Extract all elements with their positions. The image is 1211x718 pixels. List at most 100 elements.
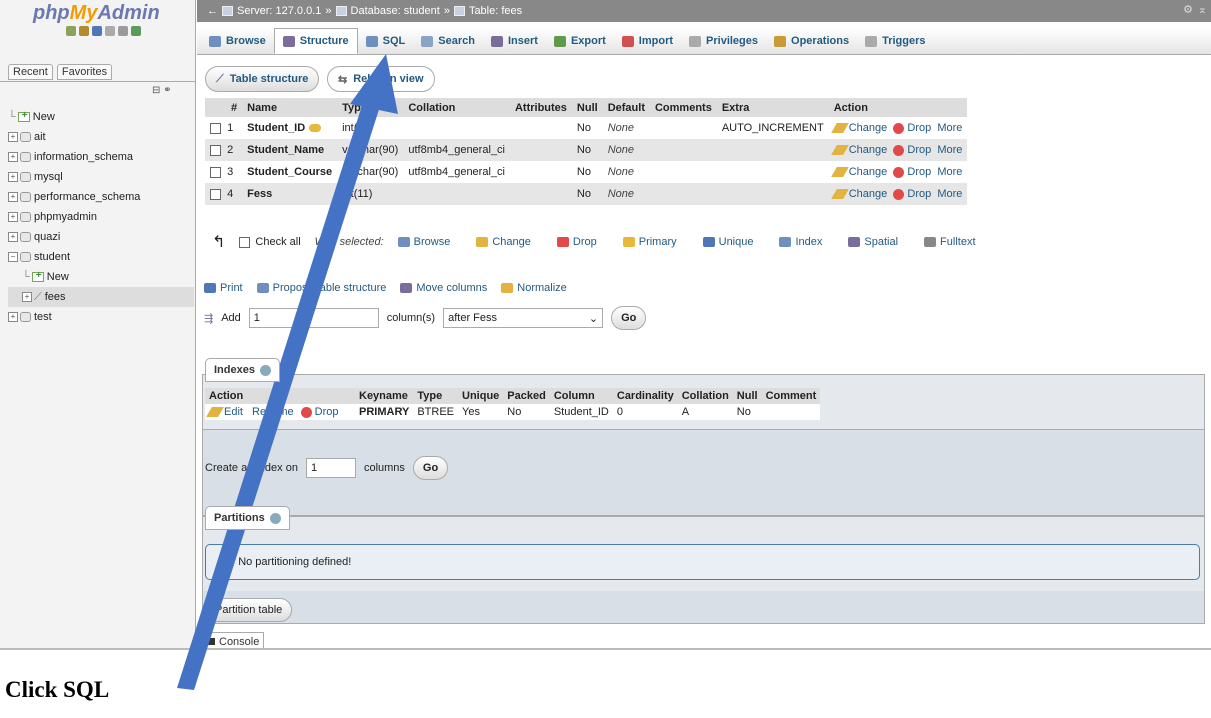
with-selected-index-button[interactable]: Index bbox=[779, 236, 822, 248]
action-move-columns[interactable]: Move columns bbox=[400, 282, 487, 294]
with-selected-browse-button[interactable]: Browse bbox=[397, 236, 450, 248]
add-count-input[interactable]: 1 bbox=[248, 308, 379, 328]
index-column-header[interactable]: Action bbox=[205, 388, 355, 404]
index-column-header[interactable]: Collation bbox=[677, 388, 733, 404]
tab-structure[interactable]: Structure bbox=[273, 28, 358, 54]
breadcrumb-database[interactable]: Database: student bbox=[351, 5, 440, 17]
help-icon[interactable] bbox=[269, 512, 281, 524]
drop-link[interactable]: Drop bbox=[893, 122, 931, 134]
settings-icon[interactable] bbox=[118, 26, 128, 36]
check-all-checkbox[interactable]: Check all bbox=[239, 236, 301, 248]
column-header[interactable]: Null bbox=[571, 98, 603, 117]
index-column-header[interactable]: Comment bbox=[761, 388, 821, 404]
tree-item-student-new[interactable]: └New bbox=[8, 267, 194, 287]
create-index-go-button[interactable]: Go bbox=[412, 456, 449, 480]
tab-operations[interactable]: Operations bbox=[766, 28, 857, 54]
index-column-header[interactable]: Column bbox=[549, 388, 613, 404]
column-header[interactable]: # bbox=[205, 98, 243, 117]
docs-icon[interactable] bbox=[105, 26, 115, 36]
console-tab[interactable]: Console bbox=[203, 632, 265, 648]
action-print[interactable]: Print bbox=[204, 282, 243, 294]
tab-sql[interactable]: SQL bbox=[358, 28, 414, 54]
index-column-header[interactable]: Keyname bbox=[355, 388, 414, 404]
row-checkbox-num[interactable]: 2 bbox=[205, 139, 243, 161]
drop-link[interactable]: Drop bbox=[893, 166, 931, 178]
row-checkbox[interactable] bbox=[210, 144, 221, 156]
tab-insert[interactable]: Insert bbox=[483, 28, 546, 54]
more-link[interactable]: More bbox=[937, 188, 962, 200]
tree-item-test[interactable]: + test bbox=[8, 307, 194, 327]
tree-item-ait[interactable]: + ait bbox=[8, 127, 194, 147]
index-column-header[interactable]: Packed bbox=[503, 388, 550, 404]
column-header[interactable]: Comments bbox=[649, 98, 717, 117]
logout-icon[interactable] bbox=[79, 26, 89, 36]
column-header[interactable]: Attributes bbox=[509, 98, 572, 117]
favorites-tab[interactable]: Favorites bbox=[56, 64, 113, 80]
tree-item-quazi[interactable]: + quazi bbox=[8, 227, 194, 247]
column-header[interactable]: Collation bbox=[403, 98, 510, 117]
with-selected-drop-button[interactable]: Drop bbox=[556, 236, 597, 248]
tree-item-fees[interactable]: + ⟋ fees bbox=[8, 287, 194, 307]
index-columns-input[interactable]: 1 bbox=[305, 458, 356, 478]
rename-index-link[interactable]: Rename bbox=[252, 406, 294, 418]
with-selected-fulltext-button[interactable]: Fulltext bbox=[924, 236, 976, 248]
reload-icon[interactable] bbox=[131, 26, 141, 36]
change-link[interactable]: Change bbox=[830, 144, 887, 156]
column-header[interactable]: Action bbox=[828, 98, 968, 117]
add-go-button[interactable]: Go bbox=[611, 306, 647, 330]
tab-privileges[interactable]: Privileges bbox=[681, 28, 766, 54]
drop-link[interactable]: Drop bbox=[893, 144, 931, 156]
index-column-header[interactable]: Null bbox=[732, 388, 762, 404]
tab-export[interactable]: Export bbox=[546, 28, 614, 54]
tab-search[interactable]: Search bbox=[413, 28, 483, 54]
recent-tab[interactable]: Recent bbox=[8, 64, 53, 80]
row-checkbox-num[interactable]: 3 bbox=[205, 161, 243, 183]
change-link[interactable]: Change bbox=[830, 166, 887, 178]
breadcrumb-table[interactable]: Table: fees bbox=[469, 5, 522, 17]
change-link[interactable]: Change bbox=[830, 122, 887, 134]
index-column-header[interactable]: Type bbox=[413, 388, 459, 404]
tree-item-new[interactable]: └New bbox=[8, 107, 194, 127]
column-header[interactable]: Extra bbox=[716, 98, 829, 117]
edit-index-link[interactable]: Edit bbox=[206, 406, 243, 418]
with-selected-change-button[interactable]: Change bbox=[476, 236, 531, 248]
change-link[interactable]: Change bbox=[830, 188, 887, 200]
partition-table-button[interactable]: Partition table bbox=[205, 598, 293, 622]
with-selected-unique-button[interactable]: Unique bbox=[702, 236, 753, 248]
tab-import[interactable]: Import bbox=[614, 28, 681, 54]
tree-item-performance-schema[interactable]: + performance_schema bbox=[8, 187, 194, 207]
tree-item-information-schema[interactable]: + information_schema bbox=[8, 147, 194, 167]
column-header[interactable]: Default bbox=[602, 98, 650, 117]
more-link[interactable]: More bbox=[937, 144, 962, 156]
drop-index-link[interactable]: Drop bbox=[300, 406, 339, 418]
help-icon[interactable] bbox=[259, 364, 271, 376]
column-position-select[interactable]: after Fess ⌄ bbox=[443, 308, 604, 328]
tab-browse[interactable]: Browse bbox=[201, 28, 274, 54]
column-header[interactable]: Type bbox=[337, 98, 404, 117]
drop-link[interactable]: Drop bbox=[893, 188, 931, 200]
back-arrow-icon[interactable]: ← bbox=[207, 5, 218, 17]
row-checkbox-num[interactable]: 1 bbox=[205, 117, 243, 139]
more-link[interactable]: More bbox=[937, 166, 962, 178]
help-icon[interactable] bbox=[92, 26, 102, 36]
action-propose-table-structure[interactable]: Propose table structure bbox=[256, 282, 386, 294]
tree-item-student[interactable]: − student bbox=[8, 247, 194, 267]
row-checkbox[interactable] bbox=[210, 188, 221, 200]
home-icon[interactable] bbox=[66, 26, 76, 36]
index-column-header[interactable]: Unique bbox=[458, 388, 504, 404]
tree-item-mysql[interactable]: + mysql bbox=[8, 167, 194, 187]
relation-view-subtab[interactable]: ⇆ Relation view bbox=[327, 66, 435, 92]
row-checkbox[interactable] bbox=[210, 166, 221, 178]
action-normalize[interactable]: Normalize bbox=[501, 282, 567, 294]
breadcrumb-server[interactable]: Server: 127.0.0.1 bbox=[237, 5, 321, 17]
row-checkbox-num[interactable]: 4 bbox=[205, 183, 243, 205]
table-structure-subtab[interactable]: ⟋ Table structure bbox=[205, 66, 320, 92]
collapse-top-icon[interactable]: ⌅ bbox=[1198, 3, 1207, 16]
phpmyadmin-logo[interactable]: phpMyAdmin bbox=[33, 2, 160, 25]
collapse-all-icon[interactable]: ⊟ ⚭ bbox=[152, 85, 172, 96]
gear-icon[interactable]: ⚙ bbox=[1183, 3, 1193, 16]
tree-item-phpmyadmin[interactable]: + phpmyadmin bbox=[8, 207, 194, 227]
tab-triggers[interactable]: Triggers bbox=[857, 28, 933, 54]
with-selected-spatial-button[interactable]: Spatial bbox=[848, 236, 898, 248]
column-header[interactable]: Name bbox=[242, 98, 338, 117]
